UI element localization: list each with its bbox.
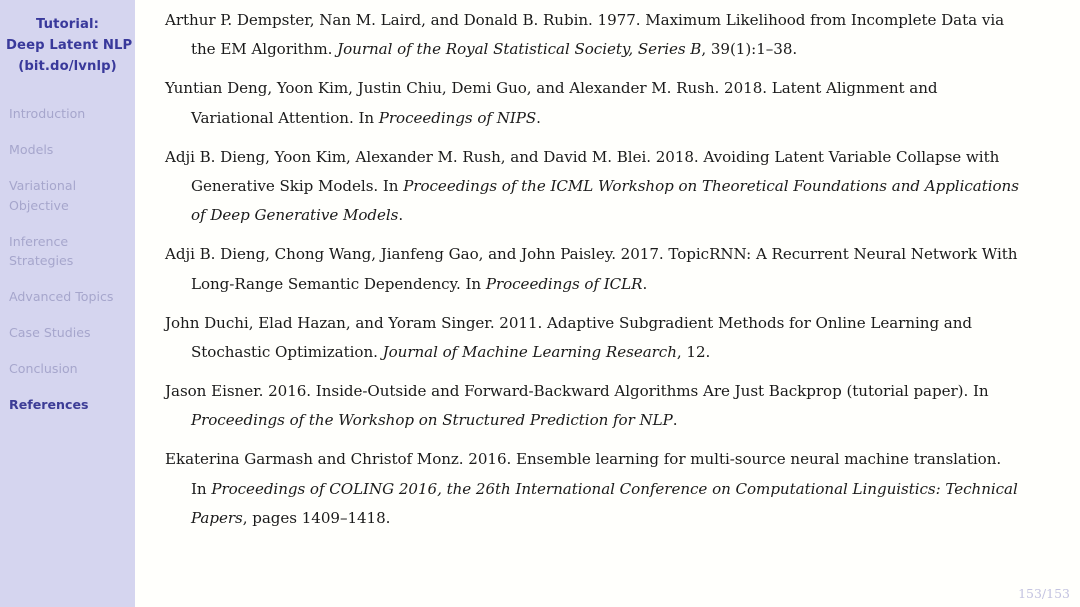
sidebar-item-variational-objective[interactable]: Variational Objective <box>9 176 129 215</box>
reference-entry: Ekaterina Garmash and Christof Monz. 201… <box>165 450 1018 528</box>
sidebar-item-models[interactable]: Models <box>9 140 129 160</box>
reference-entry: Yuntian Deng, Yoon Kim, Justin Chiu, Dem… <box>165 79 938 127</box>
reference-entry: Adji B. Dieng, Chong Wang, Jianfeng Gao,… <box>165 245 1018 293</box>
sidebar-item-references[interactable]: References <box>9 395 129 415</box>
sidebar-item-conclusion[interactable]: Conclusion <box>9 359 129 379</box>
sidebar-nav: Introduction Models Variational Objectiv… <box>0 104 135 415</box>
sidebar-title: Tutorial: Deep Latent NLP (bit.do/lvnlp) <box>0 0 135 77</box>
reference-entry: Arthur P. Dempster, Nan M. Laird, and Do… <box>165 11 1005 59</box>
sidebar-item-advanced-topics[interactable]: Advanced Topics <box>9 287 129 307</box>
sidebar-item-inference-strategies[interactable]: Inference Strategies <box>9 232 129 271</box>
sidebar-title-line-2: Deep Latent NLP <box>6 38 133 53</box>
page-number: 153/153 <box>1018 586 1070 601</box>
sidebar: Tutorial: Deep Latent NLP (bit.do/lvnlp)… <box>0 0 135 607</box>
main-content: Arthur P. Dempster, Nan M. Laird, and Do… <box>135 0 1080 607</box>
sidebar-title-line-3: (bit.do/lvnlp) <box>18 59 117 74</box>
sidebar-item-case-studies[interactable]: Case Studies <box>9 323 129 343</box>
reference-entry: John Duchi, Elad Hazan, and Yoram Singer… <box>165 313 973 362</box>
references-list: Arthur P. Dempster, Nan M. Laird, and Do… <box>165 6 1020 534</box>
sidebar-title-line-1: Tutorial: <box>36 17 99 32</box>
slide: Tutorial: Deep Latent NLP (bit.do/lvnlp)… <box>0 0 1080 607</box>
reference-entry: Jason Eisner. 2016. Inside-Outside and F… <box>165 381 989 430</box>
reference-entry: Adji B. Dieng, Yoon Kim, Alexander M. Ru… <box>165 147 1019 225</box>
sidebar-item-introduction[interactable]: Introduction <box>9 104 129 124</box>
